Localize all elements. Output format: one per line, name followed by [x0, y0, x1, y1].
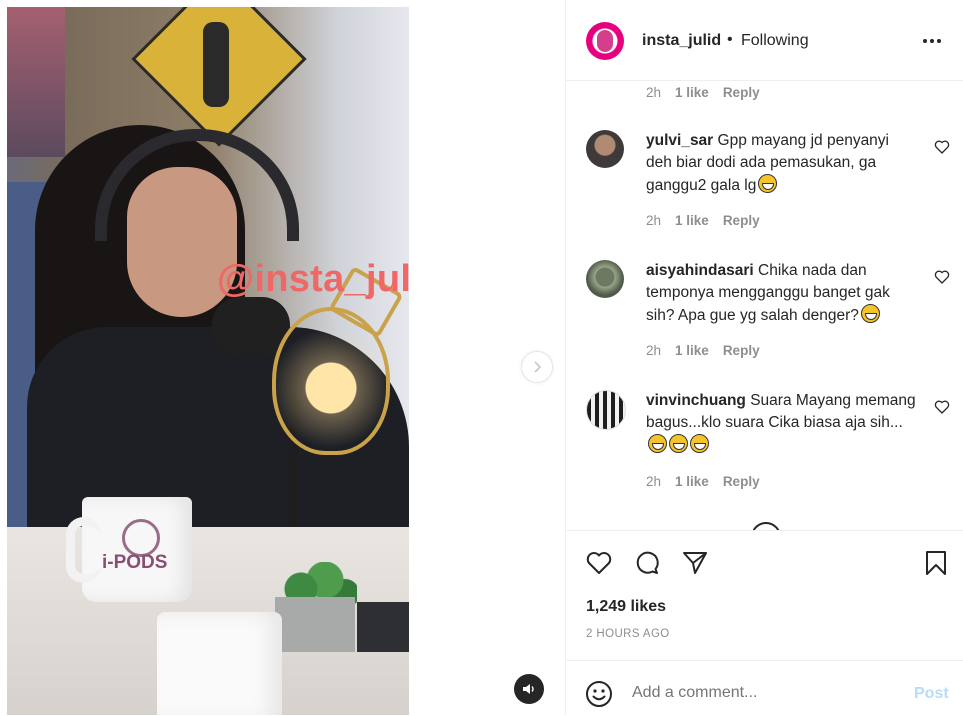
joy-emoji-icon	[690, 434, 709, 453]
comment-meta: 2h 1 like Reply	[646, 343, 760, 358]
commenter-username[interactable]: yulvi_sar	[646, 132, 713, 149]
comment-time: 2h	[646, 213, 662, 228]
comment-time: 2h	[646, 474, 662, 489]
comment-time: 2h	[646, 85, 662, 100]
post-timestamp[interactable]: 2 HOURS AGO	[586, 628, 670, 640]
next-media-button[interactable]	[521, 351, 553, 383]
comment-like-heart-icon[interactable]	[934, 139, 950, 155]
emoji-picker-icon[interactable]	[584, 679, 614, 709]
share-button[interactable]	[679, 547, 711, 579]
post-actions: 1,249 likes 2 HOURS AGO	[566, 530, 963, 661]
commenter-username[interactable]: vinvinchuang	[646, 392, 746, 409]
joy-emoji-icon	[669, 434, 688, 453]
comment-body: aisyahindasari Chika nada dan temponya m…	[646, 260, 916, 327]
post-media-area: i-PODS @insta_julid	[0, 0, 565, 715]
mug-logo-text: i-PODS	[102, 552, 168, 573]
sweat-smile-emoji-icon	[860, 304, 880, 323]
traffic-light-graphic	[203, 22, 229, 107]
reply-button[interactable]: Reply	[723, 85, 760, 100]
black-box	[357, 602, 409, 652]
comment-likes[interactable]: 1 like	[675, 213, 709, 228]
commenter-avatar[interactable]	[586, 130, 624, 168]
author-username[interactable]: insta_julid	[642, 32, 721, 50]
more-options-button[interactable]	[920, 32, 944, 50]
comment-body: yulvi_sar Gpp mayang jd penyanyi deh bia…	[646, 130, 916, 197]
post-comment-button[interactable]: Post	[914, 685, 949, 703]
comment-like-heart-icon[interactable]	[934, 399, 950, 415]
add-comment-bar: Post	[566, 660, 963, 716]
post-header: insta_julid • Following	[566, 0, 963, 81]
following-button[interactable]: Following	[741, 32, 809, 50]
commenter-avatar[interactable]	[586, 390, 626, 430]
comment-meta: 2h 1 like Reply	[646, 474, 760, 489]
load-more-comments-icon[interactable]	[751, 522, 781, 530]
comments-list[interactable]: 2h 1 like Reply yulvi_sar Gpp mayang jd pe…	[566, 81, 963, 530]
bookmark-icon	[926, 551, 946, 575]
reply-button[interactable]: Reply	[723, 474, 760, 489]
comment-time: 2h	[646, 343, 662, 358]
audio-toggle-button[interactable]	[514, 674, 544, 704]
comment-like-heart-icon[interactable]	[934, 269, 950, 285]
comment-likes[interactable]: 1 like	[675, 85, 709, 100]
reply-button[interactable]: Reply	[723, 213, 760, 228]
speech-bubble-icon	[636, 551, 659, 574]
ellipsis-icon	[923, 39, 941, 43]
laughing-emoji-icon	[758, 174, 778, 193]
like-button[interactable]	[583, 547, 615, 579]
post-side-panel: insta_julid • Following 2h 1 like Reply yu…	[565, 0, 963, 715]
watermark-text: @insta_julid	[217, 258, 409, 300]
comment-likes[interactable]: 1 like	[675, 343, 709, 358]
comment-body: vinvinchuang Suara Mayang memang bagus..…	[646, 390, 916, 457]
joy-emoji-icon	[648, 434, 667, 453]
chevron-right-icon	[534, 361, 542, 373]
ipods-mug: i-PODS	[66, 497, 192, 602]
likes-count[interactable]: 1,249 likes	[586, 598, 666, 616]
cage-lamp	[272, 307, 390, 455]
post-video[interactable]: i-PODS @insta_julid	[7, 7, 409, 715]
comment-button[interactable]	[631, 547, 663, 579]
comment-meta: 2h 1 like Reply	[646, 213, 760, 228]
paper-plane-icon	[683, 552, 707, 574]
white-mug	[157, 612, 282, 715]
comment-meta: 2h 1 like Reply	[646, 85, 760, 100]
instagram-post-view: i-PODS @insta_julid insta_julid • Follow…	[0, 0, 963, 715]
commenter-avatar[interactable]	[586, 260, 624, 298]
comment-likes[interactable]: 1 like	[675, 474, 709, 489]
heart-icon	[586, 552, 612, 574]
separator-dot: •	[727, 31, 733, 48]
wall-frame	[7, 7, 65, 157]
add-comment-input[interactable]	[632, 684, 882, 702]
save-button[interactable]	[920, 547, 952, 579]
reply-button[interactable]: Reply	[723, 343, 760, 358]
plant-pot	[275, 597, 355, 652]
speaker-icon	[523, 684, 534, 694]
author-avatar[interactable]	[586, 22, 624, 60]
commenter-username[interactable]: aisyahindasari	[646, 262, 754, 279]
mug-handle	[66, 517, 101, 583]
